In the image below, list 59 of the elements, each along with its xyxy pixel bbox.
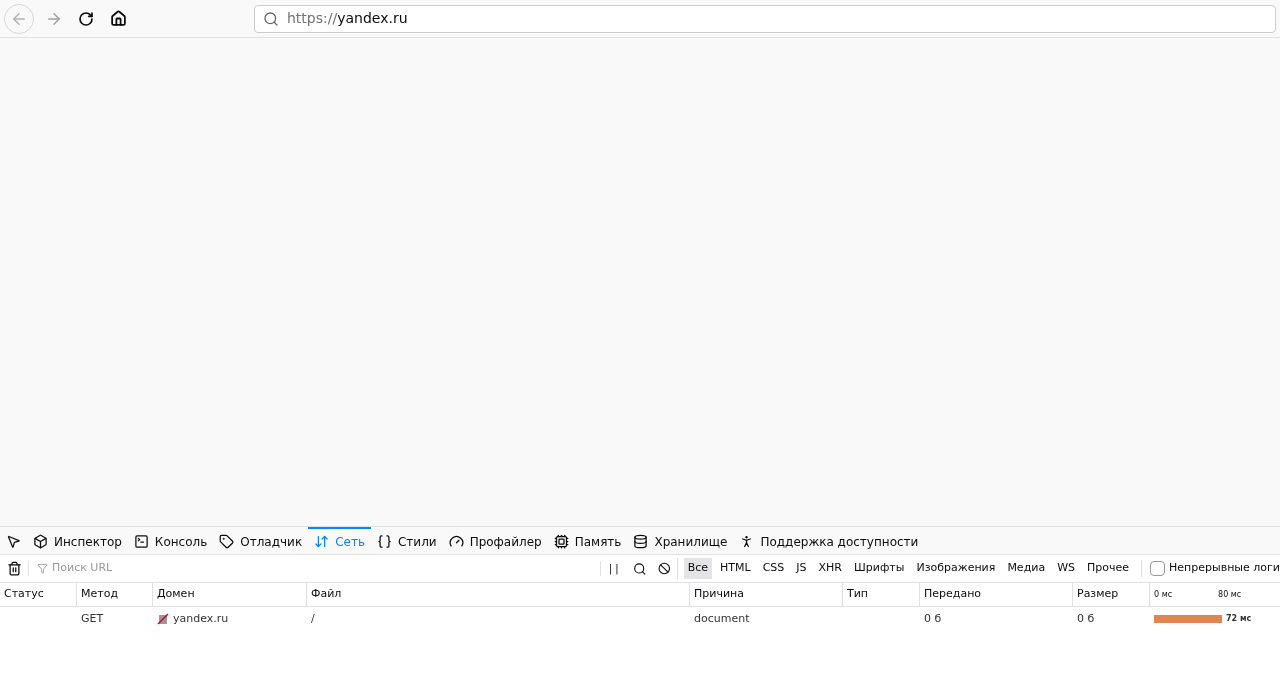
- table-cell-text: 0 б: [1077, 610, 1095, 627]
- column-header[interactable]: Метод: [77, 583, 153, 606]
- column-header[interactable]: Файл: [307, 583, 690, 606]
- pause-button[interactable]: | |: [599, 561, 627, 576]
- column-header[interactable]: Причина: [690, 583, 843, 606]
- search-icon: [263, 10, 279, 27]
- type-filter[interactable]: Изображения: [912, 558, 1000, 579]
- devtools-tab[interactable]: Профайлер: [442, 527, 548, 554]
- type-filter[interactable]: Все: [683, 558, 713, 579]
- devtools-tab[interactable]: Сеть: [308, 527, 371, 554]
- type-filter[interactable]: Прочее: [1083, 558, 1134, 579]
- filter-field[interactable]: Поиск URL: [52, 560, 592, 577]
- tag-icon: [219, 534, 235, 549]
- devtools-tab[interactable]: Отладчик: [213, 527, 309, 554]
- table-cell-text: document: [694, 610, 750, 627]
- pointer-icon: [6, 534, 21, 549]
- timeline-tick: 0 мс: [1154, 588, 1173, 601]
- devtools-tab[interactable]: Поддержка доступности: [733, 527, 925, 554]
- timeline-tick: 80 мс: [1218, 588, 1242, 601]
- table-cell-text: GET: [81, 610, 104, 627]
- type-filter[interactable]: Шрифты: [850, 558, 909, 579]
- gauge-icon: [448, 534, 464, 549]
- block-icon[interactable]: [658, 562, 671, 575]
- type-filter[interactable]: Медиа: [1003, 558, 1050, 579]
- table-cell-text: 0 б: [924, 610, 942, 627]
- terminal-icon: [133, 534, 149, 549]
- devtools-tab[interactable]: Память: [547, 527, 628, 554]
- checkbox[interactable]: [1150, 561, 1166, 576]
- devtools-tab[interactable]: Стили: [371, 527, 443, 554]
- arrows-up-down-icon: [314, 534, 330, 549]
- checkbox-label: Непрерывные логи: [1169, 560, 1280, 577]
- chip-icon: [553, 534, 569, 549]
- column-header[interactable]: Размер: [1073, 583, 1150, 606]
- filter-icon: [37, 563, 48, 574]
- type-filter[interactable]: WS: [1053, 558, 1079, 579]
- address-bar[interactable]: https://yandex.ru: [254, 4, 1276, 33]
- timing-label: 72 мс: [1226, 613, 1252, 625]
- table-cell-text: /: [311, 610, 315, 627]
- url-text: https://yandex.ru: [287, 9, 408, 28]
- box-icon: [33, 534, 48, 549]
- column-header[interactable]: Домен: [153, 583, 307, 606]
- table-cell-text: yandex.ru: [173, 610, 229, 627]
- type-filter[interactable]: XHR: [814, 558, 846, 579]
- devtools-tab[interactable]: Консоль: [127, 527, 214, 554]
- type-filter[interactable]: JS: [792, 558, 811, 579]
- column-header[interactable]: Передано: [920, 583, 1073, 606]
- devtools-tab[interactable]: Инспектор: [27, 527, 128, 554]
- braces-icon: [377, 534, 392, 549]
- home-icon: [109, 10, 127, 27]
- column-header[interactable]: Статус: [0, 583, 77, 606]
- trash-icon: [6, 561, 22, 576]
- reload-icon: [78, 10, 94, 27]
- type-filter[interactable]: HTML: [716, 558, 755, 579]
- search-icon[interactable]: [632, 561, 647, 576]
- type-filter[interactable]: CSS: [758, 558, 789, 579]
- storage-icon: [633, 534, 649, 549]
- insecure-lock-icon: [157, 613, 169, 625]
- devtools-tab[interactable]: Хранилище: [627, 527, 734, 554]
- column-header[interactable]: Тип: [843, 583, 920, 606]
